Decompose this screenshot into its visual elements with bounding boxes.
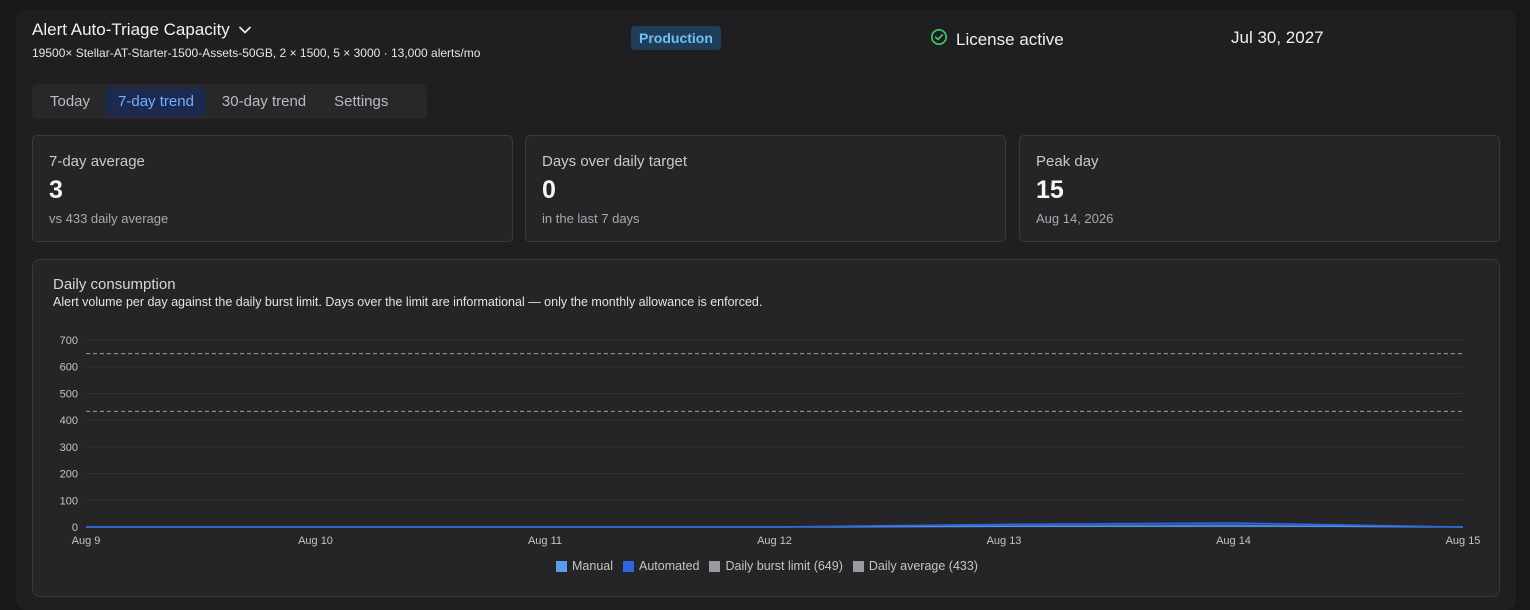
legend-swatch	[709, 560, 721, 572]
y-tick-label: 400	[60, 415, 78, 427]
y-tick-label: 100	[60, 495, 78, 507]
stat-value: 15	[1036, 176, 1064, 204]
y-tick-label: 0	[72, 522, 78, 534]
check-circle-icon	[930, 28, 948, 51]
page-title: Alert Auto-Triage Capacity	[32, 20, 230, 39]
y-tick-label: 600	[60, 362, 78, 374]
x-tick-label: Aug 15	[1446, 535, 1481, 547]
license-status: License active	[930, 28, 1064, 51]
license-status-label: License active	[956, 29, 1064, 49]
license-expiry-date: Jul 30, 2027	[1231, 28, 1324, 47]
stat-card-peak-day: Peak day 15 Aug 14, 2026	[1019, 135, 1500, 242]
y-tick-label: 300	[60, 442, 78, 454]
y-tick-label: 200	[60, 469, 78, 481]
stat-label: Peak day	[1036, 153, 1099, 170]
x-tick-label: Aug 13	[987, 535, 1022, 547]
legend-label: Daily average (433)	[868, 559, 978, 573]
tab-7-day-trend[interactable]: 7-day trend	[106, 87, 206, 116]
legend-item[interactable]: Daily burst limit (649)	[709, 559, 843, 573]
view-tabs: Today 7-day trend 30-day trend Settings	[32, 84, 427, 119]
x-tick-label: Aug 12	[757, 535, 792, 547]
legend-label: Automated	[639, 559, 700, 573]
chart-legend: Manual Automated Daily burst limit (649) Da…	[33, 559, 1501, 573]
daily-consumption-panel: Daily consumption Alert volume per day a…	[32, 259, 1500, 597]
legend-swatch	[623, 560, 635, 572]
legend-item[interactable]: Daily average (433)	[852, 559, 978, 573]
x-tick-label: Aug 9	[72, 535, 101, 547]
legend-item[interactable]: Manual	[556, 559, 613, 573]
tab-settings[interactable]: Settings	[322, 87, 400, 116]
tab-today[interactable]: Today	[38, 87, 102, 116]
legend-label: Manual	[572, 559, 614, 573]
environment-badge: Production	[631, 26, 721, 50]
header: Alert Auto-Triage Capacity 19500× Stella…	[32, 20, 1502, 64]
x-tick-label: Aug 14	[1216, 535, 1251, 547]
x-tick-label: Aug 10	[298, 535, 333, 547]
y-tick-label: 700	[60, 335, 78, 347]
daily-consumption-chart: 0 100 200 300 400 500 600 700 Aug 9 Aug 10 Aug 11 A…	[60, 335, 1481, 547]
chevron-down-icon[interactable]	[238, 23, 252, 37]
stat-value: 3	[49, 176, 63, 204]
stat-subtext: in the last 7 days	[542, 211, 640, 226]
legend-swatch	[852, 560, 864, 572]
legend-item[interactable]: Automated	[623, 559, 699, 573]
legend-swatch	[556, 560, 568, 572]
tab-30-day-trend[interactable]: 30-day trend	[210, 87, 318, 116]
x-tick-label: Aug 11	[528, 535, 562, 547]
stat-label: Days over daily target	[542, 153, 688, 170]
stat-value: 0	[542, 176, 556, 204]
y-tick-label: 500	[60, 388, 78, 400]
stat-label: 7-day average	[49, 153, 145, 170]
subscription-summary: 19500× Stellar-AT-Starter-1500-Assets-50…	[32, 46, 481, 60]
stat-subtext: vs 433 daily average	[49, 211, 169, 226]
stat-card-days-over-target: Days over daily target 0 in the last 7 d…	[525, 135, 1006, 242]
stat-subtext: Aug 14, 2026	[1036, 211, 1114, 226]
stat-card-7-day-average: 7-day average 3 vs 433 daily average	[32, 135, 513, 242]
legend-label: Daily burst limit (649)	[725, 559, 843, 573]
